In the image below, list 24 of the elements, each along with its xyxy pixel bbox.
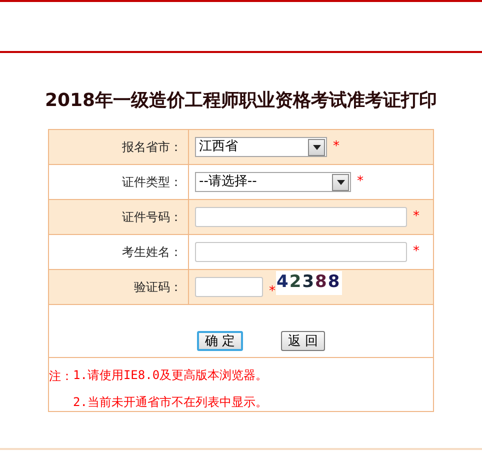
required-mark: *: [333, 138, 340, 156]
note-text: 1.请使用IE8.0及更高版本浏览器。: [73, 367, 268, 383]
field-label: 证件类型：: [122, 174, 182, 191]
field-label: 验证码：: [134, 279, 182, 296]
field-label: 考生姓名：: [122, 244, 182, 261]
input-field[interactable]: [195, 242, 407, 262]
field-label: 报名省市：: [122, 139, 182, 156]
field-label: 证件号码：: [122, 209, 182, 226]
required-mark: *: [413, 208, 420, 226]
required-mark: *: [269, 283, 276, 302]
required-mark: *: [357, 173, 364, 192]
input-field[interactable]: [195, 207, 407, 227]
captcha-image: 42388: [276, 271, 342, 295]
confirm-button[interactable]: 确 定: [196, 331, 243, 351]
back-button[interactable]: 返 回: [281, 331, 326, 351]
select-field[interactable]: --请选择--: [195, 172, 351, 192]
required-mark: *: [413, 243, 420, 262]
note-label: 注：: [49, 368, 73, 383]
select-value: 江西省: [199, 138, 238, 156]
page-title: 2018年一级造价工程师职业资格考试准考证打印: [44, 89, 438, 113]
captcha-field[interactable]: [195, 277, 263, 297]
note-text: 2.当前未开通省市不在列表中显示。: [73, 394, 268, 410]
select-value: --请选择--: [199, 173, 257, 192]
select-field[interactable]: 江西省: [195, 137, 327, 157]
